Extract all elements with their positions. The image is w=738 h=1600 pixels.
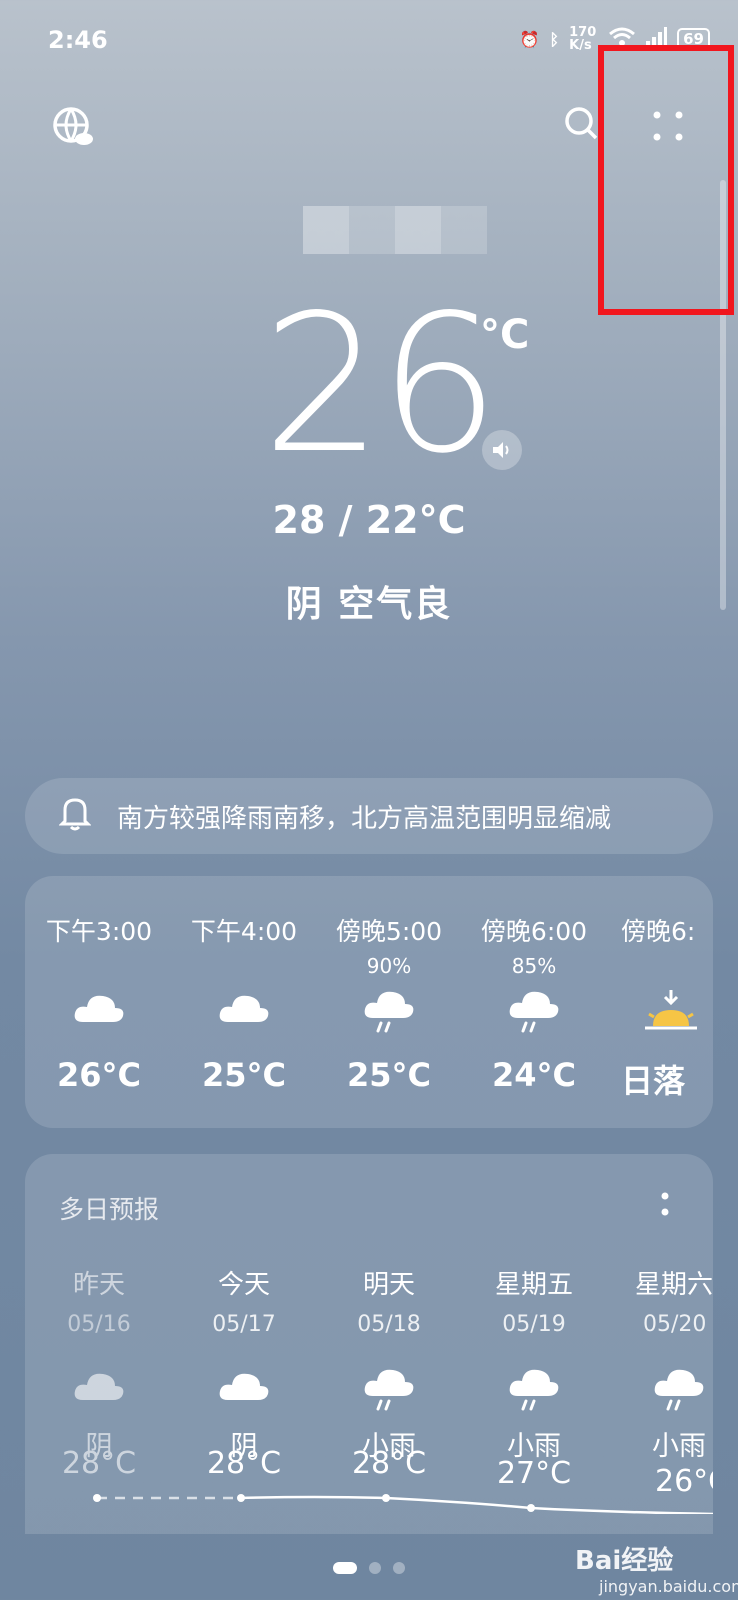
alert-text: 南方较强降雨南移，北方高温范围明显缩减 xyxy=(117,803,612,834)
day-date: 05/17 xyxy=(212,1312,276,1337)
sunset-icon xyxy=(643,988,699,1040)
more-vertical-icon[interactable] xyxy=(653,1182,677,1226)
cloudy-icon xyxy=(216,1366,272,1410)
day-label: 昨天 xyxy=(72,1270,125,1300)
alarm-icon: ⏰ xyxy=(519,29,540,49)
voice-broadcast-button[interactable] xyxy=(482,430,522,470)
weather-condition[interactable]: 阴 空气良 xyxy=(0,575,738,627)
cloudy-icon xyxy=(216,988,272,1032)
light-rain-icon xyxy=(651,1366,707,1418)
day-date: 05/18 xyxy=(357,1312,421,1337)
status-time: 2:46 xyxy=(48,26,108,54)
search-icon[interactable] xyxy=(562,104,602,144)
day-label: 今天 xyxy=(217,1270,270,1300)
day-date: 05/16 xyxy=(67,1312,131,1337)
day-high-temp: 28°C xyxy=(61,1446,137,1481)
hour-time: 傍晚6:00 xyxy=(480,917,588,946)
temperature-trend-line xyxy=(93,1494,713,1514)
day-label: 明天 xyxy=(362,1270,415,1300)
light-rain-icon xyxy=(361,988,417,1040)
weather-alert-banner[interactable]: 南方较强降雨南移，北方高温范围明显缩减 xyxy=(25,778,713,854)
day-date: 05/19 xyxy=(502,1312,566,1337)
page-dot-active xyxy=(333,1562,357,1574)
network-speed: 170 K/s xyxy=(569,25,597,53)
day-label: 星期六 xyxy=(635,1270,713,1300)
hour-time: 下午4:00 xyxy=(190,917,298,946)
watermark-url: jingyan.baidu.com xyxy=(599,1577,738,1596)
watermark-brand: Bai经验 xyxy=(575,1546,674,1576)
day-label: 星期五 xyxy=(494,1270,573,1300)
hour-temp: 25°C xyxy=(201,1056,286,1094)
watermark: Bai经验 jingyan.baidu.com xyxy=(575,1540,738,1596)
bell-icon xyxy=(58,795,92,838)
day-date: 05/20 xyxy=(643,1312,707,1337)
day-high-temp: 28°C xyxy=(206,1446,282,1481)
light-rain-icon xyxy=(506,988,562,1040)
light-rain-icon xyxy=(361,1366,417,1418)
speaker-icon xyxy=(493,442,509,458)
hour-time: 下午3:00 xyxy=(45,917,153,946)
cloudy-icon xyxy=(71,1366,127,1410)
daily-forecast-card[interactable]: 多日预报 昨天 05/16 阴 28°C 今天 05/17 阴 28°C 明天 … xyxy=(25,1154,713,1534)
page-dot xyxy=(369,1562,381,1574)
hourly-forecast-card[interactable]: 下午3:00 26°C 下午4:00 25°C 傍晚5:00 90% 25°C … xyxy=(25,876,713,1128)
hour-temp: 24°C xyxy=(491,1056,576,1094)
cloudy-icon xyxy=(71,988,127,1032)
current-temperature: 26 xyxy=(262,274,500,495)
bluetooth-icon: ᛒ xyxy=(549,29,560,49)
temperature-range: 28 / 22°C xyxy=(272,498,466,542)
precip-chance: 90% xyxy=(366,954,412,978)
day-high-temp: 28°C xyxy=(351,1446,427,1481)
page-dot xyxy=(393,1562,405,1574)
highlight-annotation xyxy=(598,45,734,315)
hour-time: 傍晚5:00 xyxy=(335,917,443,946)
location-name-redacted[interactable] xyxy=(303,206,487,254)
daily-forecast-title: 多日预报 xyxy=(59,1195,160,1224)
day-weather: 小雨 xyxy=(652,1431,706,1462)
hour-temp: 日落 xyxy=(621,1062,686,1100)
hour-temp: 26°C xyxy=(56,1056,141,1094)
precip-chance: 85% xyxy=(511,954,557,978)
hour-time: 傍晚6: xyxy=(621,917,696,946)
temperature-unit: °C xyxy=(480,312,530,358)
hour-temp: 25°C xyxy=(346,1056,431,1094)
light-rain-icon xyxy=(506,1366,562,1418)
manage-cities-icon[interactable] xyxy=(50,104,96,150)
